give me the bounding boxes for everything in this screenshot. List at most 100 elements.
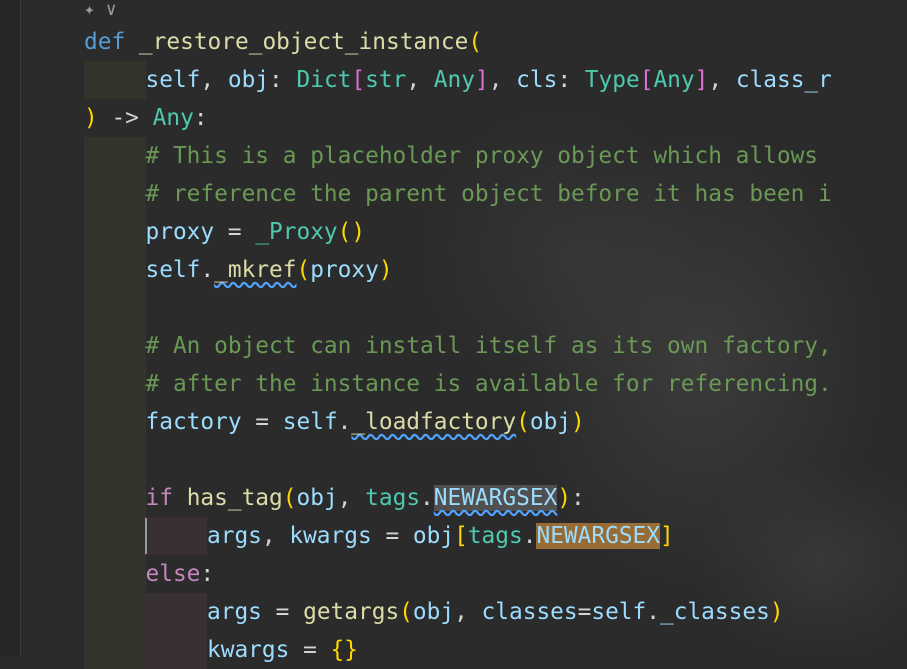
code-token: str bbox=[365, 67, 407, 93]
code-token: class_r bbox=[735, 67, 832, 93]
code-text[interactable]: if has_tag(obj, tags.NEWARGSEX): bbox=[146, 479, 585, 517]
code-token: Type bbox=[584, 67, 640, 93]
code-text[interactable]: ) -> Any: bbox=[84, 99, 208, 137]
code-text[interactable]: factory = self._loadfactory(obj) bbox=[146, 403, 585, 441]
code-line[interactable]: if has_tag(obj, tags.NEWARGSEX): bbox=[0, 479, 907, 517]
code-text[interactable]: args = getargs(obj, classes=self._classe… bbox=[207, 593, 784, 631]
code-line[interactable]: ) -> Any: bbox=[0, 99, 907, 137]
indent-guide bbox=[145, 517, 207, 555]
code-line[interactable]: kwargs = {} bbox=[0, 631, 907, 669]
code-token: = bbox=[577, 599, 592, 625]
code-token: getargs bbox=[303, 599, 400, 625]
code-token: self bbox=[282, 409, 338, 435]
code-text[interactable]: args, kwargs = obj[tags.NEWARGSEX] bbox=[207, 517, 674, 555]
code-token: def bbox=[84, 29, 126, 55]
indent-guide bbox=[84, 137, 146, 175]
code-token: Any bbox=[433, 67, 475, 93]
code-line[interactable]: self, obj: Dict[str, Any], cls: Type[Any… bbox=[0, 61, 907, 99]
code-token: ] bbox=[694, 67, 709, 93]
code-token: args bbox=[207, 523, 262, 549]
code-token: . bbox=[420, 485, 434, 511]
code-token: _classes bbox=[660, 599, 770, 625]
code-token: NEWARGSEX bbox=[433, 485, 558, 511]
code-token: : bbox=[193, 105, 208, 131]
indent-guide bbox=[84, 365, 146, 403]
code-token: # after the instance is available for re… bbox=[145, 371, 832, 397]
code-token: obj bbox=[412, 599, 455, 625]
code-line[interactable]: def _restore_object_instance( bbox=[0, 23, 907, 61]
code-token: kwargs bbox=[289, 523, 372, 549]
code-token: () bbox=[337, 219, 366, 245]
indent-guide bbox=[145, 593, 207, 631]
code-token: else bbox=[145, 561, 201, 587]
code-text[interactable]: proxy = _Proxy() bbox=[146, 213, 366, 251]
code-line[interactable]: args = getargs(obj, classes=self._classe… bbox=[0, 593, 907, 631]
code-token: . bbox=[522, 523, 537, 549]
code-line[interactable] bbox=[0, 441, 907, 479]
code-text[interactable]: self, obj: Dict[str, Any], cls: Type[Any… bbox=[146, 61, 832, 99]
code-token: = bbox=[241, 409, 283, 435]
indent-guide bbox=[84, 631, 146, 669]
code-token: , bbox=[708, 67, 736, 93]
code-line[interactable]: # after the instance is available for re… bbox=[0, 365, 907, 403]
code-line[interactable]: self._mkref(proxy) bbox=[0, 251, 907, 289]
code-token: ( bbox=[282, 485, 297, 511]
code-token: self bbox=[591, 599, 647, 625]
indent-guide bbox=[145, 631, 207, 669]
code-text[interactable]: else: bbox=[146, 555, 215, 593]
code-token: ) bbox=[84, 105, 98, 131]
code-token: [ bbox=[454, 523, 468, 549]
code-text[interactable]: # after the instance is available for re… bbox=[146, 365, 832, 403]
code-token: args bbox=[207, 599, 262, 625]
code-token: ) bbox=[557, 485, 572, 511]
text-cursor bbox=[145, 518, 147, 554]
code-token: . bbox=[646, 599, 660, 625]
code-token: kwargs bbox=[207, 637, 290, 663]
code-token: [ bbox=[639, 67, 654, 93]
code-text[interactable]: self._mkref(proxy) bbox=[146, 251, 393, 289]
code-text[interactable]: def _restore_object_instance( bbox=[84, 23, 482, 61]
code-token: proxy bbox=[310, 257, 379, 283]
code-token: ) bbox=[571, 409, 585, 435]
indent-guide bbox=[84, 61, 146, 99]
code-text[interactable]: # reference the parent object before it … bbox=[146, 175, 832, 213]
code-text[interactable]: # An object can install itself as its ow… bbox=[146, 327, 832, 365]
code-token: : bbox=[269, 67, 297, 93]
code-line[interactable]: else: bbox=[0, 555, 907, 593]
code-line[interactable]: args, kwargs = obj[tags.NEWARGSEX] bbox=[0, 517, 907, 555]
code-token: , bbox=[454, 599, 482, 625]
code-token: , bbox=[337, 485, 366, 511]
code-text[interactable]: # This is a placeholder proxy object whi… bbox=[146, 137, 819, 175]
code-token: obj bbox=[296, 485, 338, 511]
code-token: Any bbox=[653, 67, 695, 93]
code-token: = bbox=[289, 637, 331, 663]
code-line[interactable]: proxy = _Proxy() bbox=[0, 213, 907, 251]
code-editor[interactable]: def _restore_object_instance(self, obj: … bbox=[0, 0, 907, 669]
code-line[interactable]: # reference the parent object before it … bbox=[0, 175, 907, 213]
code-line[interactable]: # An object can install itself as its ow… bbox=[0, 327, 907, 365]
code-token: = bbox=[371, 523, 413, 549]
code-token: ] bbox=[660, 523, 674, 549]
code-token: tags bbox=[365, 485, 421, 511]
code-token: _mkref bbox=[214, 257, 297, 283]
code-token: # This is a placeholder proxy object whi… bbox=[145, 143, 819, 169]
code-token: = bbox=[214, 219, 256, 245]
code-token: _Proxy bbox=[255, 219, 338, 245]
code-line[interactable]: factory = self._loadfactory(obj) bbox=[0, 403, 907, 441]
code-token: . bbox=[337, 409, 352, 435]
code-line[interactable]: # This is a placeholder proxy object whi… bbox=[0, 137, 907, 175]
code-token: self bbox=[145, 257, 201, 283]
code-text[interactable]: kwargs = {} bbox=[207, 631, 358, 669]
indent-guide bbox=[84, 555, 146, 593]
code-token: ( bbox=[296, 257, 311, 283]
code-token: , bbox=[406, 67, 434, 93]
code-token: has_tag bbox=[186, 485, 283, 511]
code-token: obj bbox=[227, 67, 270, 93]
code-token: _restore_object_instance bbox=[138, 29, 469, 55]
code-line[interactable] bbox=[0, 289, 907, 327]
indent-guide bbox=[84, 593, 146, 631]
code-token: ( bbox=[516, 409, 530, 435]
code-token: if bbox=[145, 485, 173, 511]
